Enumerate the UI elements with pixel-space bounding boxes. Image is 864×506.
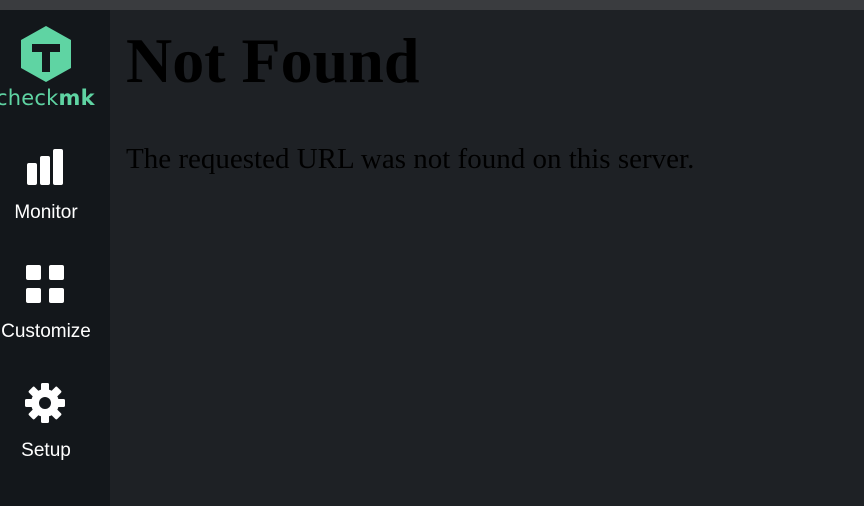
main-content: Not Found The requested URL was not foun… — [110, 10, 864, 506]
sidebar: checkmk Monitor Customize Setup — [0, 10, 110, 506]
grid-icon — [26, 265, 64, 303]
page-title: Not Found — [126, 25, 420, 96]
error-message: The requested URL was not found on this … — [126, 143, 695, 175]
window-top-bar — [0, 0, 864, 10]
bar-chart-icon — [27, 149, 63, 185]
nav-item-monitor[interactable]: Monitor — [0, 135, 110, 243]
nav-item-label: Monitor — [14, 202, 78, 223]
brand-name-suffix: mk — [58, 86, 95, 110]
checkmk-wordmark: checkmk — [0, 86, 106, 110]
nav-item-label: Setup — [21, 440, 71, 461]
nav-item-label: Customize — [1, 321, 91, 342]
checkmk-logo-icon — [21, 26, 71, 82]
brand-name-prefix: check — [0, 86, 59, 110]
nav-item-customize[interactable]: Customize — [0, 254, 110, 362]
nav-item-setup[interactable]: Setup — [0, 373, 110, 481]
gear-icon — [25, 383, 65, 423]
